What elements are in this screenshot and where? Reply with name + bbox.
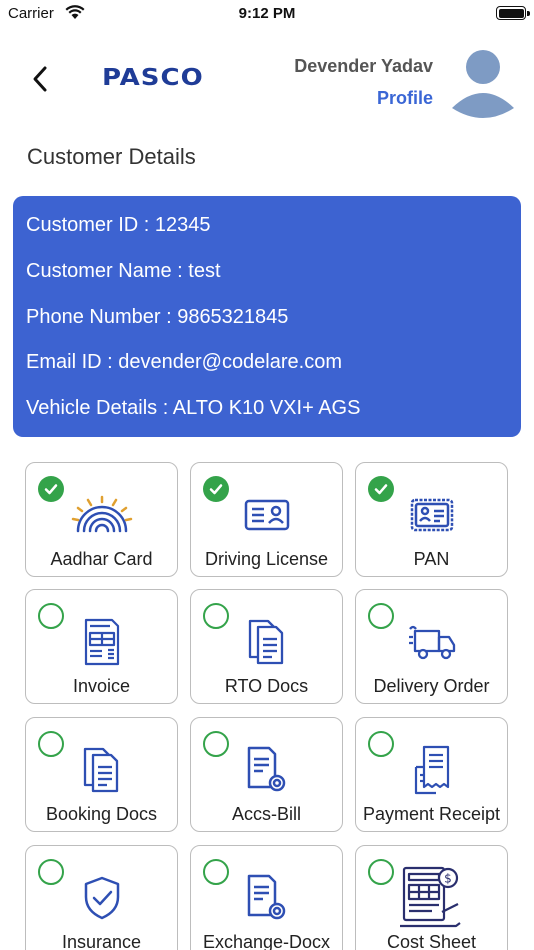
document-label: Exchange-Docx <box>202 932 331 950</box>
pasco-logo: PASCO <box>102 64 204 92</box>
document-tile[interactable]: RTO Docs <box>190 589 343 704</box>
status-time: 9:12 PM <box>238 5 296 22</box>
document-tile[interactable]: Aadhar Card <box>25 462 178 577</box>
customer-name: Customer Name : test <box>26 259 221 282</box>
profile-link[interactable]: Profile <box>377 88 433 109</box>
shield-check-icon <box>64 866 140 930</box>
documents-icon <box>229 610 305 674</box>
unchecked-circle-icon <box>203 859 229 885</box>
unchecked-circle-icon <box>38 603 64 629</box>
customer-id: Customer ID : 12345 <box>26 214 211 236</box>
pan-card-icon <box>394 483 470 547</box>
aadhar-icon <box>64 483 140 547</box>
document-label: Invoice <box>72 676 131 696</box>
document-tile[interactable]: Insurance <box>25 845 178 950</box>
receipt-icon <box>394 738 470 802</box>
document-tile[interactable]: Accs-Bill <box>190 717 343 832</box>
unchecked-circle-icon <box>38 731 64 757</box>
battery-cap <box>527 11 530 16</box>
chevron-left-icon <box>33 66 47 92</box>
document-label: Accs-Bill <box>231 804 301 824</box>
check-icon <box>38 476 64 502</box>
document-tile[interactable]: $ Cost Sheet <box>355 845 508 950</box>
document-label: Delivery Order <box>373 676 490 696</box>
document-label: RTO Docs <box>224 676 309 696</box>
document-label: Booking Docs <box>45 804 158 824</box>
unchecked-circle-icon <box>203 603 229 629</box>
delivery-truck-icon <box>394 610 470 674</box>
document-tile[interactable]: Driving License <box>190 462 343 577</box>
customer-phone: Phone Number : 9865321845 <box>26 305 289 328</box>
unchecked-circle-icon <box>38 859 64 885</box>
section-title: Customer Details <box>27 144 196 169</box>
document-tile[interactable]: Delivery Order <box>355 589 508 704</box>
bill-search-icon <box>229 866 305 930</box>
document-grid: Aadhar Card Driving License PAN Invoice RTO … <box>25 462 509 950</box>
document-tile[interactable]: Booking Docs <box>25 717 178 832</box>
document-label: Aadhar Card <box>50 549 153 569</box>
customer-email: Email ID : devender@codelare.com <box>26 351 342 374</box>
status-bar: Carrier 9:12 PM <box>0 0 534 30</box>
customer-vehicle: Vehicle Details : ALTO K10 VXI+ AGS <box>26 397 361 420</box>
document-label: Cost Sheet <box>386 932 477 950</box>
document-label: Insurance <box>61 932 142 950</box>
check-icon <box>368 476 394 502</box>
svg-text:$: $ <box>444 872 452 886</box>
bill-search-icon <box>229 738 305 802</box>
document-tile[interactable]: Exchange-Docx <box>190 845 343 950</box>
battery-icon <box>496 6 526 20</box>
customer-details-card: Customer ID : 12345 Customer Name : test… <box>13 196 521 437</box>
avatar-icon[interactable] <box>451 48 515 118</box>
back-button[interactable] <box>26 62 54 96</box>
document-tile[interactable]: PAN <box>355 462 508 577</box>
user-name: Devender Yadav <box>294 56 433 76</box>
unchecked-circle-icon <box>368 859 394 885</box>
document-label: Driving License <box>204 549 329 569</box>
id-card-icon <box>229 483 305 547</box>
document-label: Payment Receipt <box>362 804 501 824</box>
cost-sheet-icon: $ <box>394 866 470 930</box>
invoice-icon <box>64 610 140 674</box>
unchecked-circle-icon <box>368 603 394 629</box>
unchecked-circle-icon <box>203 731 229 757</box>
document-label: PAN <box>413 549 450 569</box>
document-tile[interactable]: Payment Receipt <box>355 717 508 832</box>
documents-icon <box>64 738 140 802</box>
check-icon <box>203 476 229 502</box>
document-tile[interactable]: Invoice <box>25 589 178 704</box>
unchecked-circle-icon <box>368 731 394 757</box>
